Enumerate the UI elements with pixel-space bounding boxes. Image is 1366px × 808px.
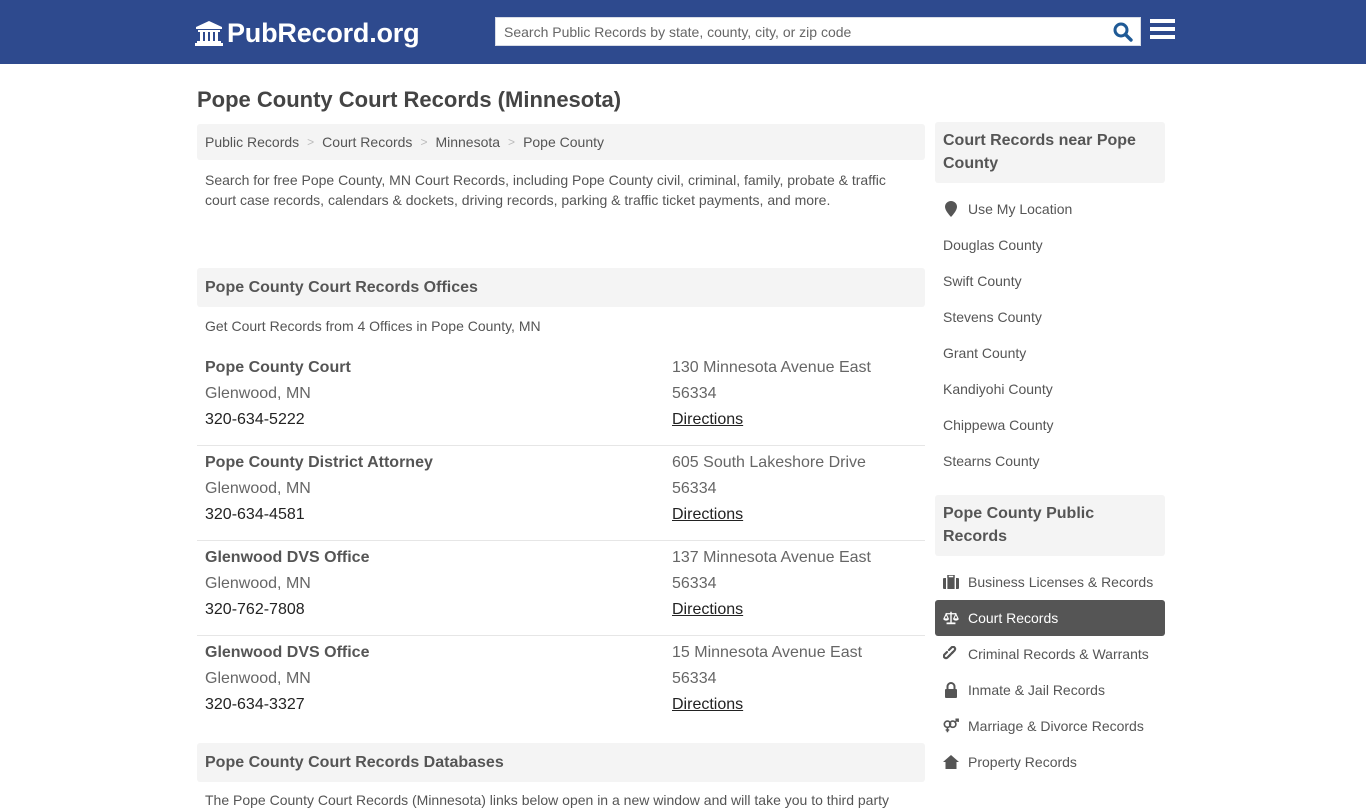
nearby-county-link[interactable]: Kandiyohi County — [935, 371, 1165, 407]
search-icon[interactable] — [1112, 21, 1134, 43]
logo-text: PubRecord.org — [227, 17, 420, 48]
office-address: 137 Minnesota Avenue East — [672, 549, 871, 566]
sidebar-item-property-records[interactable]: Property Records — [935, 744, 1165, 780]
offices-heading: Pope County Court Records Offices — [197, 268, 925, 307]
breadcrumb-minnesota[interactable]: Minnesota — [435, 134, 500, 150]
office-item: Glenwood DVS Office Glenwood, MN 320-634… — [197, 636, 925, 731]
breadcrumb-separator: > — [307, 135, 315, 149]
nearby-county-link[interactable]: Stevens County — [935, 299, 1165, 335]
hamburger-menu-icon[interactable] — [1150, 19, 1175, 41]
office-address: 605 South Lakeshore Drive — [672, 454, 866, 471]
office-zip: 56334 — [672, 385, 717, 402]
directions-link[interactable]: Directions — [672, 506, 743, 523]
nearby-county-link[interactable]: Stearns County — [935, 443, 1165, 479]
office-zip: 56334 — [672, 670, 717, 687]
sidebar-item-label: Court Records — [968, 610, 1059, 626]
lock-icon — [943, 682, 959, 698]
breadcrumb-court-records[interactable]: Court Records — [322, 134, 412, 150]
office-address: 15 Minnesota Avenue East — [672, 644, 863, 661]
nearby-county-link[interactable]: Douglas County — [935, 227, 1165, 263]
top-navbar: PubRecord.org — [0, 0, 1366, 64]
databases-text: The Pope County Court Records (Minnesota… — [205, 792, 890, 808]
site-logo[interactable]: PubRecord.org — [195, 17, 420, 49]
use-my-location-label: Use My Location — [968, 201, 1073, 217]
office-city: Glenwood, MN — [205, 385, 311, 402]
office-name: Pope County District Attorney — [205, 454, 433, 471]
sidebar-item-label: Marriage & Divorce Records — [968, 718, 1144, 734]
nearby-list: Use My Location Douglas County Swift Cou… — [935, 183, 1165, 495]
sidebar: Court Records near Pope County Use My Lo… — [935, 122, 1165, 796]
directions-link[interactable]: Directions — [672, 696, 743, 713]
search-input[interactable] — [496, 18, 1096, 45]
sidebar-item-inmate-records[interactable]: Inmate & Jail Records — [935, 672, 1165, 708]
office-item: Glenwood DVS Office Glenwood, MN 320-762… — [197, 541, 925, 636]
office-zip: 56334 — [672, 480, 717, 497]
sidebar-item-label: Inmate & Jail Records — [968, 682, 1105, 698]
page-title: Pope County Court Records (Minnesota) — [197, 87, 622, 112]
breadcrumb-separator: > — [420, 135, 428, 149]
nearby-county-link[interactable]: Swift County — [935, 263, 1165, 299]
breadcrumb: Public Records > Court Records > Minneso… — [197, 124, 925, 160]
sidebar-item-court-records[interactable]: Court Records — [935, 600, 1165, 636]
link-icon — [943, 646, 959, 662]
sidebar-item-label: Business Licenses & Records — [968, 574, 1154, 590]
office-city: Glenwood, MN — [205, 575, 311, 592]
office-item: Pope County District Attorney Glenwood, … — [197, 446, 925, 541]
offices-subtitle: Get Court Records from 4 Offices in Pope… — [205, 318, 541, 334]
briefcase-icon — [943, 574, 959, 590]
directions-link[interactable]: Directions — [672, 411, 743, 428]
scales-icon — [943, 610, 959, 626]
breadcrumb-separator: > — [508, 135, 516, 149]
office-phone[interactable]: 320-634-5222 — [205, 407, 672, 433]
office-phone[interactable]: 320-634-3327 — [205, 692, 672, 718]
office-zip: 56334 — [672, 575, 717, 592]
office-name: Glenwood DVS Office — [205, 644, 370, 661]
sidebar-item-business-licenses[interactable]: Business Licenses & Records — [935, 564, 1165, 600]
office-phone[interactable]: 320-762-7808 — [205, 597, 672, 623]
office-item: Pope County Court Glenwood, MN 320-634-5… — [197, 351, 925, 446]
intro-text: Search for free Pope County, MN Court Re… — [205, 172, 886, 208]
search-box — [495, 17, 1141, 46]
gender-icon — [943, 718, 959, 734]
office-city: Glenwood, MN — [205, 670, 311, 687]
breadcrumb-public-records[interactable]: Public Records — [205, 134, 299, 150]
courthouse-icon — [195, 21, 223, 46]
databases-heading: Pope County Court Records Databases — [197, 743, 925, 782]
main-content: Public Records > Court Records > Minneso… — [197, 124, 925, 808]
nearby-county-link[interactable]: Grant County — [935, 335, 1165, 371]
nearby-heading: Court Records near Pope County — [935, 122, 1165, 183]
directions-link[interactable]: Directions — [672, 601, 743, 618]
office-address: 130 Minnesota Avenue East — [672, 359, 871, 376]
office-name: Glenwood DVS Office — [205, 549, 370, 566]
public-records-heading: Pope County Public Records — [935, 495, 1165, 556]
map-marker-icon — [943, 201, 959, 217]
office-city: Glenwood, MN — [205, 480, 311, 497]
office-phone[interactable]: 320-634-4581 — [205, 502, 672, 528]
sidebar-item-label: Criminal Records & Warrants — [968, 646, 1149, 662]
sidebar-item-criminal-records[interactable]: Criminal Records & Warrants — [935, 636, 1165, 672]
sidebar-item-marriage-records[interactable]: Marriage & Divorce Records — [935, 708, 1165, 744]
nearby-county-link[interactable]: Chippewa County — [935, 407, 1165, 443]
use-my-location-link[interactable]: Use My Location — [935, 191, 1165, 227]
breadcrumb-pope-county[interactable]: Pope County — [523, 134, 604, 150]
office-name: Pope County Court — [205, 359, 351, 376]
public-records-list: Business Licenses & Records Court Record… — [935, 556, 1165, 796]
